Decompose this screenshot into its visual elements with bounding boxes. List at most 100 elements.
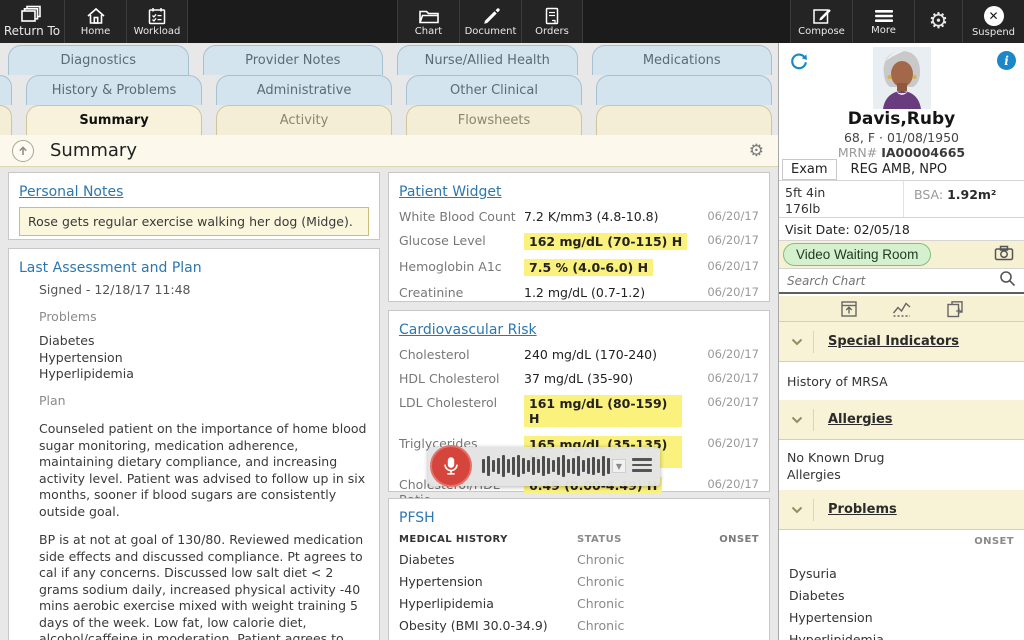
allergies-title: Allergies (828, 412, 893, 427)
onset-column-label: ONSET (974, 536, 1014, 547)
refresh-icon[interactable] (789, 51, 809, 75)
lab-value: 7.2 K/mm3 (4.8-10.8) (524, 209, 659, 224)
tab-flowsheets[interactable]: Flowsheets (406, 105, 582, 135)
trend-graph-icon[interactable] (892, 300, 912, 318)
personal-notes-link[interactable]: Personal Notes (19, 184, 123, 200)
tab-activity[interactable]: Activity (216, 105, 392, 135)
search-icon[interactable] (999, 270, 1016, 291)
problem-list-item[interactable]: Hypertension (789, 610, 873, 625)
allergy-item: No Known Drug Allergies (787, 450, 885, 482)
tab-row-2: History & Problems Administrative Other … (0, 75, 778, 105)
settings-button[interactable]: ⚙ (914, 0, 962, 43)
workload-button[interactable]: Workload (126, 0, 188, 43)
chart-tab-strip: Diagnostics Provider Notes Nurse/Allied … (0, 45, 778, 135)
collapse-up-arrow-icon[interactable] (12, 139, 34, 162)
tab-diagnostics[interactable]: Diagnostics (8, 45, 189, 75)
cardiovascular-risk-link[interactable]: Cardiovascular Risk (399, 322, 537, 338)
patient-widget-link[interactable]: Patient Widget (399, 184, 502, 200)
copy-clipboard-plus-icon[interactable] (946, 300, 964, 318)
recorder-dropdown-caret[interactable]: ▼ (612, 459, 626, 473)
pencil-icon (481, 7, 501, 25)
vitals-row: 5ft 4in 176lb BSA: 1.92m² (779, 180, 1024, 217)
problem-list-item[interactable]: Hyperlipidemia (789, 632, 884, 640)
tab-other-clinical[interactable]: Other Clinical (406, 75, 582, 105)
personal-note-text: Rose gets regular exercise walking her d… (19, 207, 369, 236)
problem-item: Hypertension (39, 349, 123, 365)
tab-history-problems[interactable]: History & Problems (26, 75, 202, 105)
export-box-icon[interactable] (840, 300, 858, 318)
compose-button[interactable]: Compose (790, 0, 852, 43)
summary-settings-gear-icon[interactable]: ⚙ (749, 141, 764, 161)
personal-notes-panel: Personal Notes Rose gets regular exercis… (8, 172, 380, 240)
orders-button[interactable]: Orders (521, 0, 583, 43)
lab-result-row: HDL Cholesterol 37 mg/dL (35-90) 06/20/1… (399, 371, 759, 386)
exam-status-value: REG AMB, NPO (850, 162, 948, 177)
return-to-label: Return To (3, 24, 61, 38)
patient-photo[interactable] (872, 47, 931, 113)
tab-unlabeled[interactable] (596, 105, 772, 135)
folder-icon (418, 7, 440, 25)
chart-button[interactable]: Chart (397, 0, 459, 43)
problem-list-item[interactable]: Dysuria (789, 566, 837, 581)
orders-label: Orders (535, 25, 569, 37)
special-indicator-item: History of MRSA (787, 374, 888, 389)
document-button[interactable]: Document (459, 0, 521, 43)
suspend-x-icon: ✕ (983, 5, 1004, 26)
chevron-down-icon (791, 506, 803, 514)
video-waiting-room-button[interactable]: Video Waiting Room (783, 243, 932, 266)
microphone-icon (444, 457, 458, 475)
tab-partial-edge (0, 75, 12, 105)
tab-medications[interactable]: Medications (591, 45, 772, 75)
gear-icon: ⚙ (928, 8, 949, 34)
tab-nurse-allied-health[interactable]: Nurse/Allied Health (397, 45, 578, 75)
status-header: STATUS (577, 534, 622, 545)
lab-date: 06/20/17 (707, 436, 759, 450)
pfsh-panel: PFSH MEDICAL HISTORY STATUS ONSET Diabet… (388, 498, 770, 640)
pfsh-link[interactable]: PFSH (399, 510, 435, 526)
lab-value-high: 162 mg/dL (70-115) H (524, 233, 688, 250)
search-input[interactable] (779, 273, 999, 288)
tab-unlabeled[interactable] (596, 75, 772, 105)
patient-widget-panel: Patient Widget White Blood Count 7.2 K/m… (388, 172, 770, 302)
lab-result-row: Glucose Level 162 mg/dL (70-115) H 06/20… (399, 233, 759, 250)
special-indicators-section-header[interactable]: Special Indicators (779, 322, 1024, 362)
assessment-problems-list: Diabetes Hypertension Hyperlipidemia (39, 333, 369, 383)
special-indicators-content: History of MRSA (779, 362, 1024, 400)
problem-list-item[interactable]: Diabetes (789, 588, 845, 603)
sidebar-tool-row (779, 296, 1024, 322)
pfsh-table-header: MEDICAL HISTORY STATUS ONSET (399, 534, 759, 545)
tab-administrative[interactable]: Administrative (216, 75, 392, 105)
problem-item: Hyperlipidemia (39, 366, 134, 381)
lab-date: 06/20/17 (707, 347, 759, 361)
onset-header: ONSET (719, 534, 759, 545)
tab-partial-edge (0, 105, 12, 135)
more-button[interactable]: More (852, 0, 914, 43)
orders-document-icon (543, 7, 561, 25)
workload-calendar-icon (147, 7, 167, 25)
plan-paragraph: BP is at not at goal of 130/80. Reviewed… (39, 532, 364, 640)
info-icon[interactable]: i (997, 51, 1016, 70)
plan-label: Plan (39, 392, 66, 408)
patient-sidebar: i Davis,Ruby 68, F · 01/08/1950 MRN# IA0… (778, 43, 1024, 640)
problems-section-header[interactable]: Problems (779, 490, 1024, 530)
page-title: Summary (50, 140, 137, 161)
camera-icon[interactable] (994, 245, 1014, 265)
audio-waveform (482, 455, 615, 477)
microphone-record-button[interactable] (430, 445, 472, 487)
header-divider (813, 330, 814, 353)
ehr-app-window: Return To Home Workload Chart Document O… (0, 0, 1024, 640)
lab-result-row: Creatinine 1.2 mg/dL (0.7-1.2) 06/20/17 (399, 285, 759, 300)
height-weight: 5ft 4in 176lb (779, 181, 904, 217)
lab-value-high: 161 mg/dL (80-159) H (524, 395, 682, 427)
recorder-menu-icon[interactable] (632, 458, 652, 475)
exam-tab[interactable]: Exam (782, 159, 837, 180)
home-button[interactable]: Home (64, 0, 126, 43)
last-assessment-link[interactable]: Last Assessment and Plan (19, 260, 202, 276)
allergies-section-header[interactable]: Allergies (779, 400, 1024, 440)
tab-provider-notes[interactable]: Provider Notes (202, 45, 383, 75)
return-to-button[interactable]: Return To (0, 0, 64, 43)
suspend-button[interactable]: ✕ Suspend (962, 0, 1024, 43)
bsa-value: BSA: 1.92m² (914, 187, 997, 202)
tab-summary[interactable]: Summary (26, 105, 202, 135)
medical-history-header: MEDICAL HISTORY (399, 534, 508, 545)
